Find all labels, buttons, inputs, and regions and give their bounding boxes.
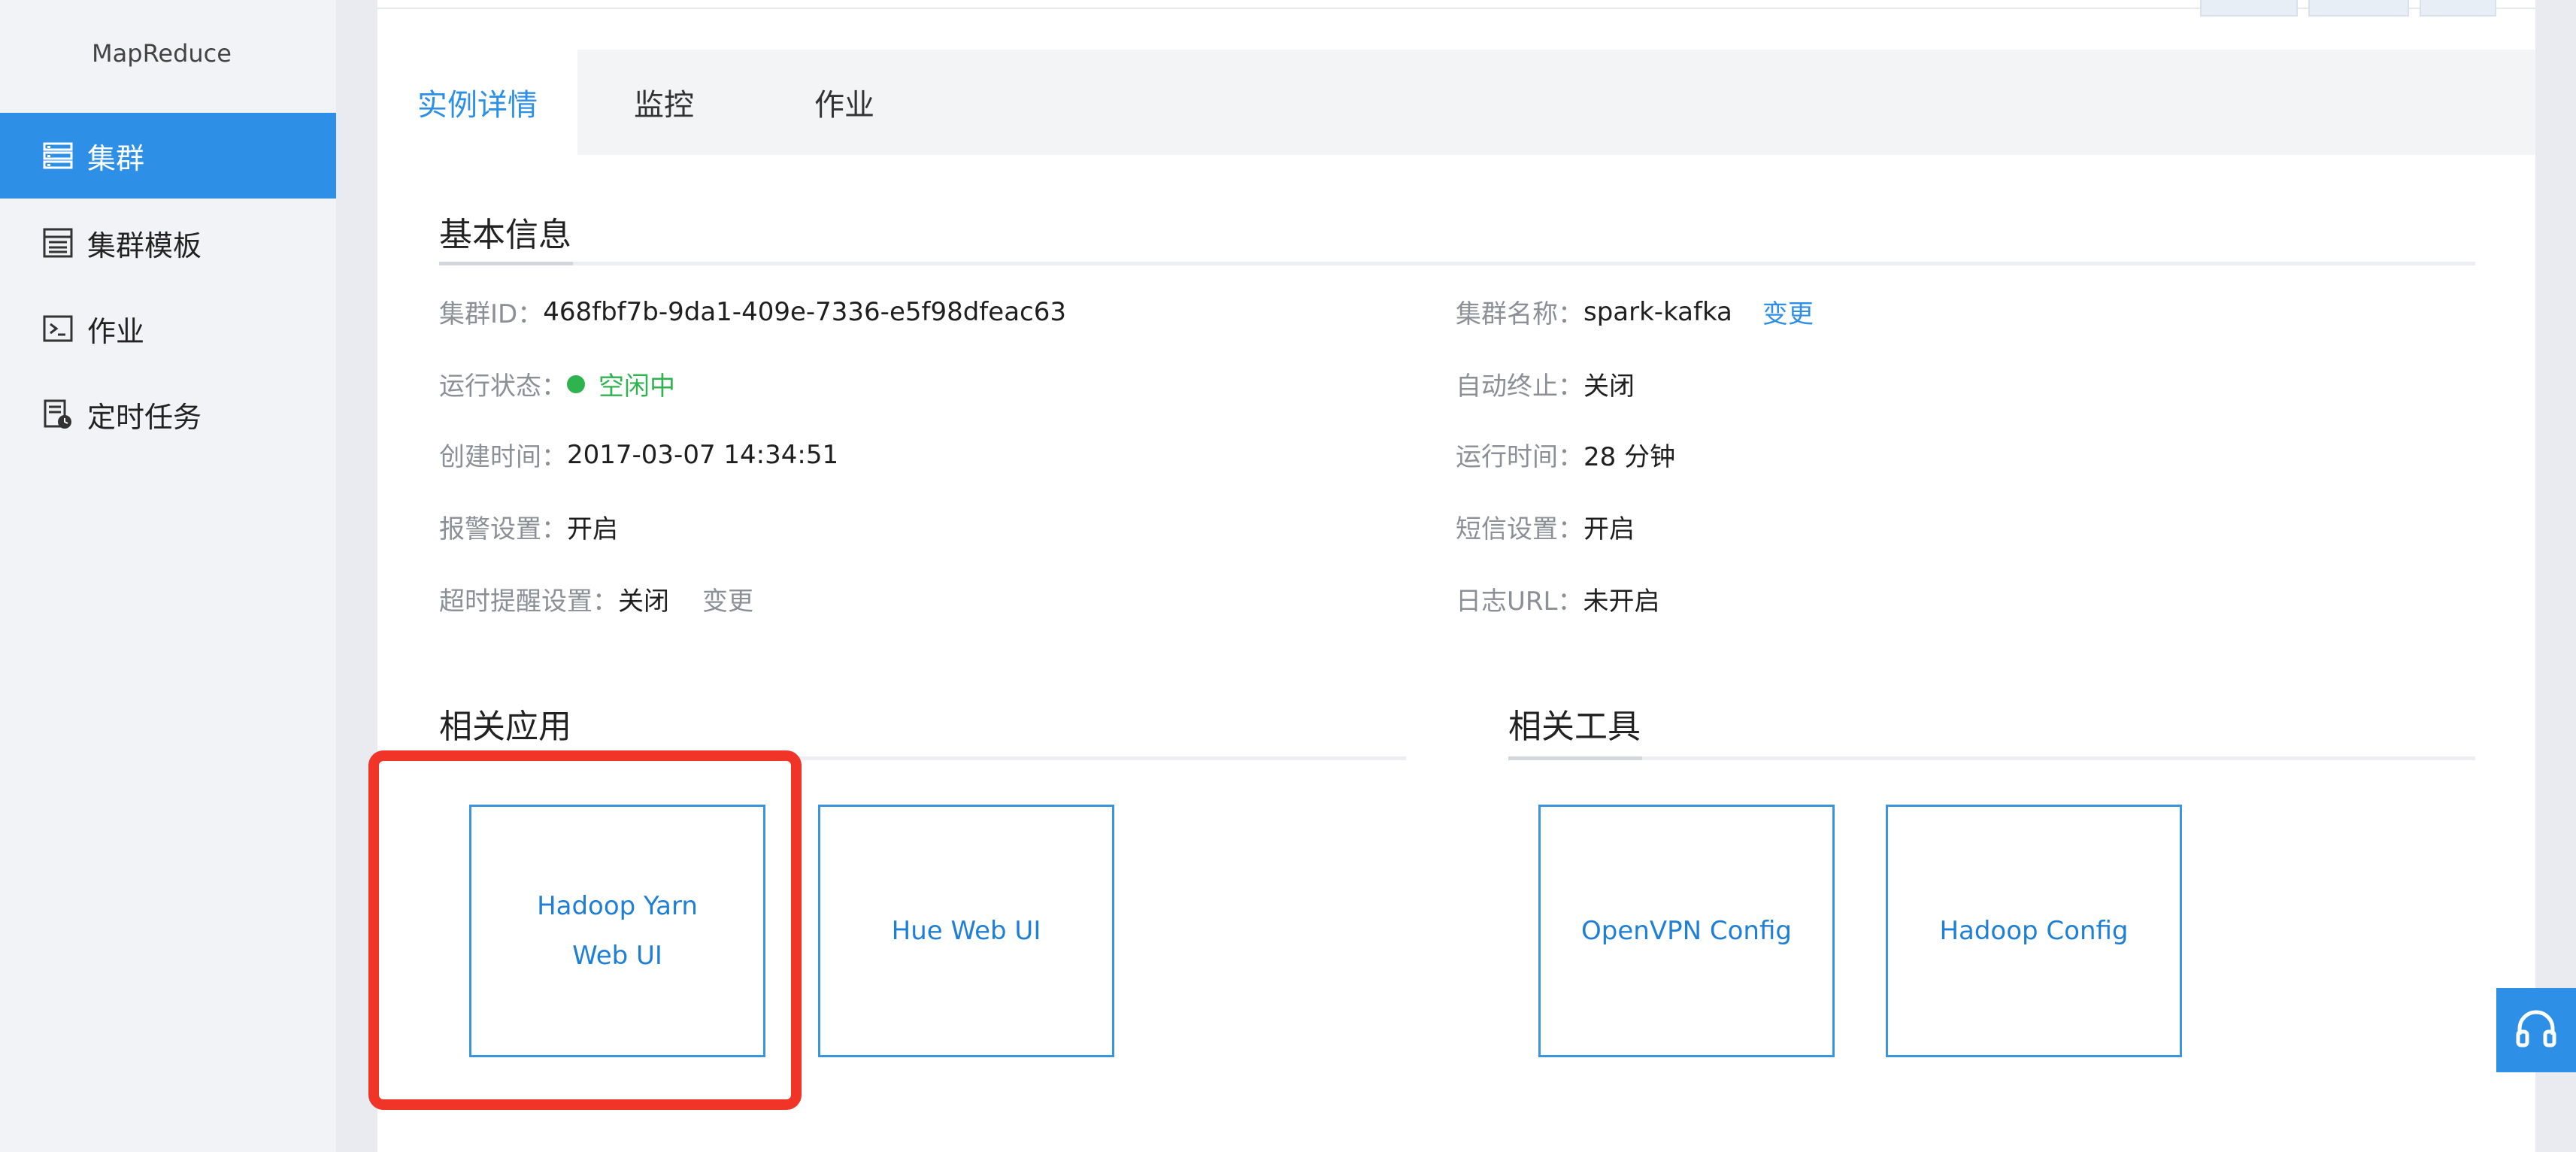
sidebar-item-jobs[interactable]: 作业 (0, 286, 336, 371)
cluster-name-label: 集群名称： (1456, 299, 1583, 329)
tile-label: OpenVPN Config (1581, 916, 1792, 946)
template-list-icon (42, 227, 74, 259)
toolbar-button[interactable] (2308, 0, 2409, 17)
alarm-setting-value: 开启 (567, 514, 618, 544)
sidebar-item-label: 定时任务 (87, 400, 202, 434)
run-status-value: 空闲中 (599, 371, 675, 402)
basic-info-heading: 基本信息 (439, 216, 571, 254)
tab-monitoring[interactable]: 监控 (577, 50, 750, 155)
basic-info-divider (439, 262, 2475, 265)
created-time-label: 创建时间： (439, 442, 567, 472)
log-url-label: 日志URL： (1456, 587, 1583, 617)
toolbar-button[interactable] (2200, 0, 2298, 17)
sidebar-title: MapReduce (92, 39, 232, 68)
sidebar-item-label: 集群 (87, 141, 145, 175)
cluster-id-label: 集群ID： (439, 299, 544, 329)
timeout-reminder-label: 超时提醒设置： (439, 587, 618, 617)
sms-setting-row: 短信设置： 开启 (1456, 508, 1635, 545)
highlight-annotation-box (368, 750, 802, 1110)
sidebar-item-scheduled-tasks[interactable]: 定时任务 (0, 371, 336, 457)
run-time-label: 运行时间： (1456, 442, 1583, 472)
toolbar-button[interactable] (2420, 0, 2496, 17)
tab-instance-details[interactable]: 实例详情 (377, 50, 577, 155)
status-dot-icon (567, 374, 585, 393)
auto-terminate-row: 自动终止： 关闭 (1456, 365, 1635, 402)
sidebar-item-cluster-template[interactable]: 集群模板 (0, 200, 336, 286)
timeout-reminder-change-link[interactable]: 变更 (702, 581, 753, 617)
auto-terminate-value: 关闭 (1583, 371, 1635, 402)
alarm-setting-row: 报警设置： 开启 (439, 508, 618, 545)
cluster-name-value: spark-kafka (1583, 296, 1732, 327)
cluster-name-row: 集群名称： spark-kafka 变更 (1456, 293, 1814, 330)
related-tools-heading: 相关工具 (1508, 708, 1641, 746)
tab-jobs[interactable]: 作业 (750, 50, 938, 155)
sms-setting-value: 开启 (1583, 514, 1635, 544)
related-apps-heading: 相关应用 (439, 708, 571, 746)
log-url-value: 未开启 (1583, 587, 1660, 617)
terminal-icon (42, 313, 74, 344)
sidebar: MapReduce 集群 集群模板 作业 定时任务 (0, 0, 336, 1152)
openvpn-config-tile[interactable]: OpenVPN Config (1538, 805, 1835, 1057)
auto-terminate-label: 自动终止： (1456, 371, 1583, 402)
cluster-id-row: 集群ID： 468fbf7b-9da1-409e-7336-e5f98dfeac… (439, 293, 1066, 330)
created-time-value: 2017-03-07 14:34:51 (567, 439, 839, 470)
cluster-name-change-link[interactable]: 变更 (1762, 293, 1814, 330)
server-list-icon (42, 140, 74, 171)
run-status-row: 运行状态： 空闲中 (439, 365, 675, 402)
log-url-row: 日志URL： 未开启 (1456, 581, 1659, 617)
timeout-reminder-value: 关闭 (618, 587, 669, 617)
cluster-id-value: 468fbf7b-9da1-409e-7336-e5f98dfeac63 (543, 296, 1066, 327)
related-tools-divider (1508, 756, 2475, 760)
scheduled-task-icon (42, 399, 74, 430)
sidebar-item-label: 作业 (87, 314, 145, 348)
sidebar-item-label: 集群模板 (87, 229, 202, 262)
run-time-value: 28 分钟 (1583, 442, 1676, 472)
tile-label: Hadoop Config (1939, 916, 2129, 946)
headset-icon (2512, 1005, 2560, 1056)
tile-label: Hue Web UI (891, 916, 1041, 946)
sms-setting-label: 短信设置： (1456, 514, 1583, 544)
alarm-setting-label: 报警设置： (439, 514, 567, 544)
timeout-reminder-row: 超时提醒设置： 关闭 变更 (439, 581, 753, 617)
run-time-row: 运行时间： 28 分钟 (1456, 436, 1675, 473)
tab-bar: 实例详情 监控 作业 (377, 50, 2535, 155)
created-time-row: 创建时间： 2017-03-07 14:34:51 (439, 436, 838, 473)
sidebar-item-cluster[interactable]: 集群 (0, 113, 336, 199)
support-button[interactable] (2496, 988, 2576, 1072)
run-status-label: 运行状态： (439, 371, 567, 402)
hue-web-ui-tile[interactable]: Hue Web UI (818, 805, 1114, 1057)
hadoop-config-tile[interactable]: Hadoop Config (1886, 805, 2182, 1057)
